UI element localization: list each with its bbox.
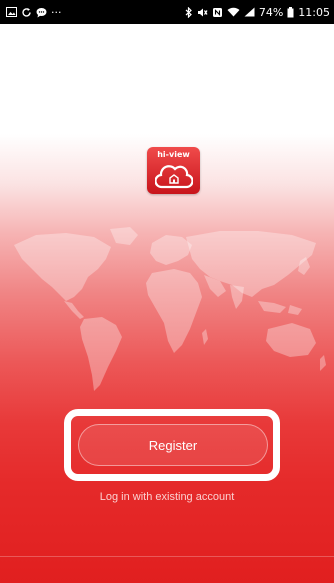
- login-existing-account-link[interactable]: Log in with existing account: [0, 491, 334, 503]
- bluetooth-icon: [185, 6, 193, 18]
- status-right-icons: 74% 11:05: [185, 6, 330, 19]
- world-map-icon: [14, 227, 326, 391]
- cloud-icon: [155, 165, 193, 189]
- gallery-icon: [6, 7, 17, 17]
- register-button[interactable]: Register: [78, 424, 268, 466]
- bottom-divider: [0, 556, 334, 557]
- signal-icon: [244, 7, 255, 17]
- wifi-icon: [227, 7, 240, 17]
- status-left-icons: ···: [6, 6, 62, 19]
- battery-percent: 74%: [258, 5, 284, 19]
- mute-icon: [197, 7, 208, 18]
- sync-icon: [21, 7, 32, 18]
- status-bar: ··· 74% 11:05: [0, 0, 334, 24]
- chat-icon: [36, 7, 47, 18]
- battery-icon: [287, 6, 294, 18]
- status-time: 11:05: [298, 5, 330, 19]
- app-logo: hi-view: [147, 147, 200, 194]
- logo-brand-text: hi-view: [157, 150, 190, 159]
- nfc-icon: [212, 7, 223, 18]
- more-dots-icon: ···: [51, 5, 62, 19]
